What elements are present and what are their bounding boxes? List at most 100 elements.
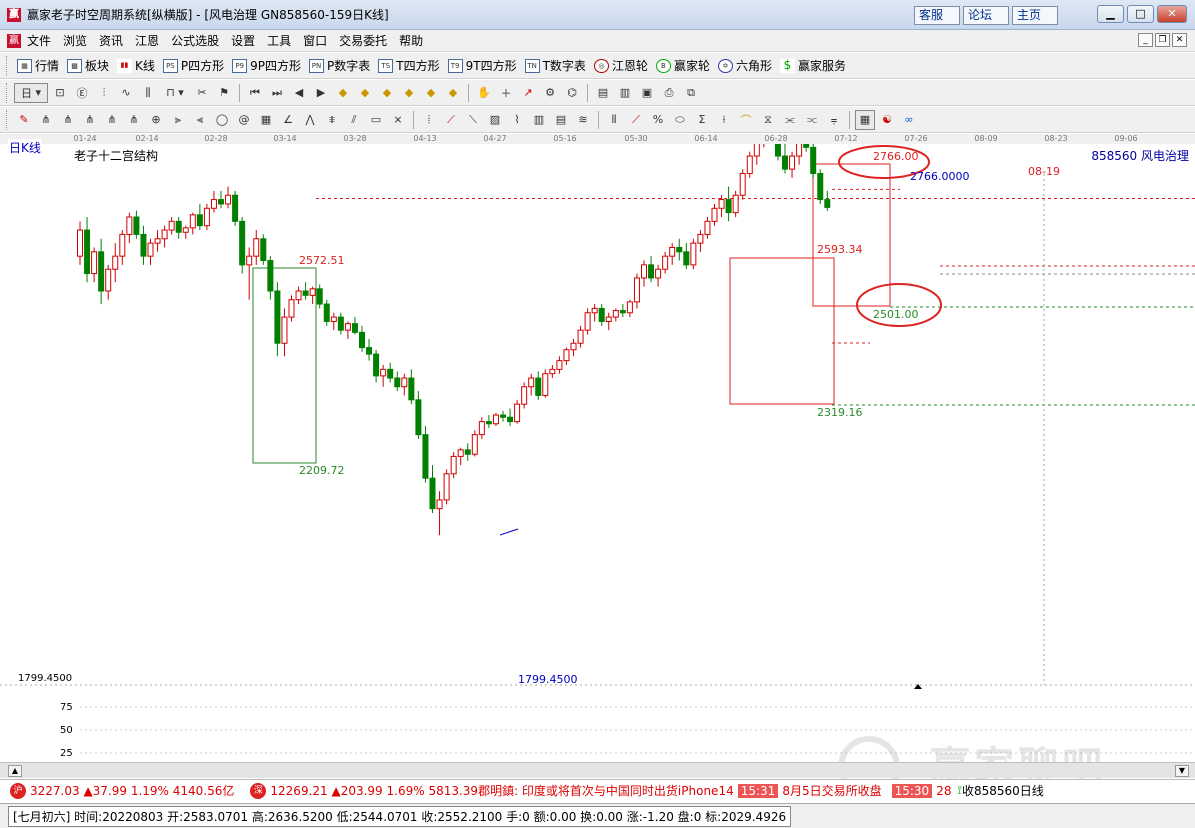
crosshair-icon[interactable]: ＋ bbox=[496, 83, 516, 103]
home-link[interactable]: 主页 bbox=[1012, 6, 1058, 25]
diamond-left-icon[interactable]: ◆ bbox=[377, 83, 397, 103]
fib-icon[interactable]: ⩨ bbox=[322, 110, 342, 130]
shade-icon[interactable]: ▨ bbox=[485, 110, 505, 130]
ruler-icon[interactable]: ⦀ bbox=[604, 110, 624, 130]
sum-icon[interactable]: Σ bbox=[692, 110, 712, 130]
table-icon[interactable]: ▥ bbox=[615, 83, 635, 103]
maximize-icon[interactable]: □ bbox=[1127, 5, 1154, 23]
prev-icon[interactable]: ◀ bbox=[289, 83, 309, 103]
cycle-icon[interactable]: ▥ bbox=[529, 110, 549, 130]
news-headline-2[interactable]: 8月5日交易所收盘 bbox=[782, 782, 881, 799]
diamond-in-icon[interactable]: ◆ bbox=[421, 83, 441, 103]
angle-icon[interactable]: ∠ bbox=[278, 110, 298, 130]
fan-icon[interactable]: ⫸ bbox=[168, 110, 188, 130]
fork-icon[interactable]: ⋔ bbox=[36, 110, 56, 130]
table-grid-icon[interactable]: ▦ bbox=[855, 109, 875, 130]
diamond-down-icon[interactable]: ◆ bbox=[355, 83, 375, 103]
gear-icon[interactable]: ⚙ bbox=[540, 83, 560, 103]
wheel-icon[interactable]: ⊕ bbox=[146, 110, 166, 130]
trend-icon[interactable]: ↗ bbox=[518, 83, 538, 103]
menu-formula[interactable]: 公式选股 bbox=[165, 32, 225, 49]
diamond-up-icon[interactable]: ◆ bbox=[333, 83, 353, 103]
chart-area[interactable] bbox=[0, 144, 1195, 762]
scissors-icon[interactable]: ✂ bbox=[192, 83, 212, 103]
text-icon[interactable]: ⩦ bbox=[824, 110, 844, 130]
chevron-icon[interactable]: ⋀ bbox=[300, 110, 320, 130]
sh-index-quote[interactable]: 3227.03 ▲37.99 1.19% 4140.56亿 bbox=[30, 782, 234, 799]
forum-link[interactable]: 论坛 bbox=[963, 6, 1009, 25]
quotes-button[interactable]: ▦ 行情 bbox=[13, 55, 63, 77]
flag-icon[interactable]: ⚑ bbox=[214, 83, 234, 103]
calendar-icon[interactable]: ▤ bbox=[593, 83, 613, 103]
menu-help[interactable]: 帮助 bbox=[393, 32, 429, 49]
hexagram-button[interactable]: ✡ 六角形 bbox=[714, 55, 776, 77]
fork3-icon[interactable]: ⋔ bbox=[80, 110, 100, 130]
wave-icon[interactable]: ∿ bbox=[116, 83, 136, 103]
ellipse-icon[interactable]: ⬭ bbox=[670, 110, 690, 130]
mdi-restore-icon[interactable]: ❐ bbox=[1155, 33, 1170, 47]
9p-square-button[interactable]: P9 9P四方形 bbox=[228, 55, 305, 77]
wave2-icon[interactable]: ⌇ bbox=[507, 110, 527, 130]
fork5-icon[interactable]: ⋔ bbox=[124, 110, 144, 130]
regression-icon[interactable]: ⫘ bbox=[780, 110, 800, 130]
close-icon[interactable]: ✕ bbox=[1157, 5, 1187, 23]
line-icon[interactable]: ⟍ bbox=[463, 110, 483, 130]
9t-square-button[interactable]: T9 9T四方形 bbox=[444, 55, 521, 77]
t-number-button[interactable]: TN T数字表 bbox=[521, 55, 590, 77]
service-link[interactable]: 客服 bbox=[914, 6, 960, 25]
mdi-close-icon[interactable]: ✕ bbox=[1172, 33, 1187, 47]
service-button[interactable]: $ 赢家服务 bbox=[776, 55, 850, 77]
vline-icon[interactable]: ⦙ bbox=[419, 110, 439, 130]
diamond-out-icon[interactable]: ◆ bbox=[443, 83, 463, 103]
save-icon[interactable]: ▣ bbox=[637, 83, 657, 103]
diamond-right-icon[interactable]: ◆ bbox=[399, 83, 419, 103]
kline-button[interactable]: ▮▮ K线 bbox=[113, 55, 159, 77]
p-number-button[interactable]: PN P数字表 bbox=[305, 55, 374, 77]
news-headline-3[interactable]: 28 bbox=[936, 784, 951, 798]
arc-icon[interactable]: ⌒ bbox=[736, 110, 756, 130]
zoom-icon[interactable]: ⊡ bbox=[50, 83, 70, 103]
network-icon[interactable]: ⌬ bbox=[562, 83, 582, 103]
minimize-icon[interactable]: ▁ bbox=[1097, 5, 1124, 23]
print-icon[interactable]: ⎙ bbox=[659, 83, 679, 103]
sz-index-quote[interactable]: 12269.21 ▲203.99 1.69% 5813.39 bbox=[270, 784, 478, 798]
slash-icon[interactable]: ⟋ bbox=[626, 110, 646, 130]
pen-icon[interactable]: ✎ bbox=[14, 110, 34, 130]
hand-icon[interactable]: ✋ bbox=[474, 83, 494, 103]
news-headline-1[interactable]: 郡明鎮: 印度或将首次与中国同时出货iPhone14 bbox=[478, 782, 734, 799]
scroll-down-icon[interactable]: ▼ bbox=[1175, 765, 1189, 777]
percent-icon[interactable]: % bbox=[648, 110, 668, 130]
next-icon[interactable]: ▶ bbox=[311, 83, 331, 103]
box-icon[interactable]: ▭ bbox=[366, 110, 386, 130]
bars-icon[interactable]: ⫶ bbox=[94, 83, 114, 103]
channel-icon[interactable]: ⫽ bbox=[344, 110, 364, 130]
fork2-icon[interactable]: ⋔ bbox=[58, 110, 78, 130]
gann-wheel-button[interactable]: ◎ 江恩轮 bbox=[590, 55, 652, 77]
measure-icon[interactable]: ⫷ bbox=[190, 110, 210, 130]
fork4-icon[interactable]: ⋔ bbox=[102, 110, 122, 130]
menu-gann[interactable]: 江恩 bbox=[129, 32, 165, 49]
chart-scrollbar[interactable]: ▲ ▼ bbox=[0, 762, 1195, 778]
menu-window[interactable]: 窗口 bbox=[297, 32, 333, 49]
cycle2-icon[interactable]: ▤ bbox=[551, 110, 571, 130]
mdi-minimize-icon[interactable]: _ bbox=[1138, 33, 1153, 47]
infinity-icon[interactable]: ∞ bbox=[899, 110, 919, 130]
parallel-icon[interactable]: ⫗ bbox=[802, 110, 822, 130]
grid-box-icon[interactable]: ▦ bbox=[256, 110, 276, 130]
winner-wheel-button[interactable]: B 赢家轮 bbox=[652, 55, 714, 77]
t-square-button[interactable]: TS T四方形 bbox=[374, 55, 443, 77]
period-select[interactable]: 日 ▾ bbox=[14, 82, 48, 103]
cycle-line-icon[interactable]: ⧖ bbox=[758, 110, 778, 130]
menu-settings[interactable]: 设置 bbox=[225, 32, 261, 49]
first-icon[interactable]: ⏮ bbox=[245, 83, 265, 103]
menu-trade[interactable]: 交易委托 bbox=[333, 32, 393, 49]
ray-icon[interactable]: ⟋ bbox=[441, 110, 461, 130]
ladder-icon[interactable]: ⫼ bbox=[138, 83, 158, 103]
menu-tools[interactable]: 工具 bbox=[261, 32, 297, 49]
candle-style-icon[interactable]: ⊓ ▾ bbox=[160, 83, 190, 103]
export-icon[interactable]: ⧉ bbox=[681, 83, 701, 103]
menu-file[interactable]: 文件 bbox=[21, 32, 57, 49]
stats-icon[interactable]: Ⓔ bbox=[72, 83, 92, 103]
taiji-icon[interactable]: ☯ bbox=[877, 110, 897, 130]
menu-browse[interactable]: 浏览 bbox=[57, 32, 93, 49]
